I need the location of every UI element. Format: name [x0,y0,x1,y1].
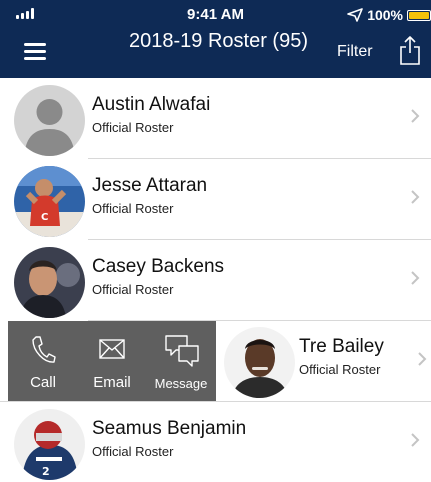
message-action[interactable]: Message [146,321,216,402]
player-subtitle: Official Roster [299,362,381,377]
envelope-icon [99,339,125,359]
call-label: Call [30,374,56,391]
player-name: Casey Backens [92,256,225,277]
player-name: Tre Bailey [299,336,384,357]
player-subtitle: Official Roster [92,444,174,459]
player-photo: 2 [14,409,85,480]
roster-row-tre-bailey[interactable]: Tre Bailey Official Roster [216,321,431,402]
battery-percent: 100% [367,7,403,23]
chevron-right-icon [411,271,420,285]
message-label: Message [154,376,208,391]
player-name: Jesse Attaran [92,175,208,196]
call-action[interactable]: Call [8,321,78,402]
roster-row-casey-backens[interactable]: Casey Backens Official Roster [0,240,431,321]
email-action[interactable]: Email [78,321,146,402]
row-divider [0,401,431,402]
chat-bubbles-icon [165,335,199,367]
player-photo [14,247,85,318]
filter-button[interactable]: Filter [337,43,373,61]
player-name: Austin Alwafai [92,94,211,115]
nav-bar: 2018-19 Roster (95) Filter [0,30,431,78]
svg-text:C: C [41,212,48,223]
chevron-right-icon [411,190,420,204]
status-bar: 9:41 AM 100% [0,0,431,30]
chevron-right-icon [411,433,420,447]
app-header: 9:41 AM 100% 2018-19 Roster (95) Filter [0,0,431,78]
player-subtitle: Official Roster [92,282,174,297]
svg-text:2: 2 [42,465,50,478]
location-arrow-icon [347,8,363,22]
player-subtitle: Official Roster [92,201,174,216]
roster-row-tre-bailey-swiped: Call Email Message Tre Bailey Official R… [0,321,431,402]
player-photo [224,327,295,398]
status-right: 100% [347,6,431,24]
roster-row-jesse-attaran[interactable]: C Jesse Attaran Official Roster [0,159,431,240]
player-name: Seamus Benjamin [92,418,247,439]
player-subtitle: Official Roster [92,120,174,135]
chevron-right-icon [418,352,427,366]
swipe-actions: Call Email Message [8,321,216,402]
email-label: Email [93,374,131,391]
phone-icon [32,336,56,363]
chevron-right-icon [411,109,420,123]
avatar-placeholder-icon [14,85,85,156]
share-icon[interactable] [399,35,421,65]
roster-row-seamus-benjamin[interactable]: 2 Seamus Benjamin Official Roster [0,402,431,482]
roster-row-austin-alwafai[interactable]: Austin Alwafai Official Roster [0,78,431,159]
page-title: 2018-19 Roster (95) [129,30,308,52]
hamburger-menu-icon[interactable] [24,43,46,61]
battery-icon [407,9,431,21]
player-photo: C [14,166,85,237]
